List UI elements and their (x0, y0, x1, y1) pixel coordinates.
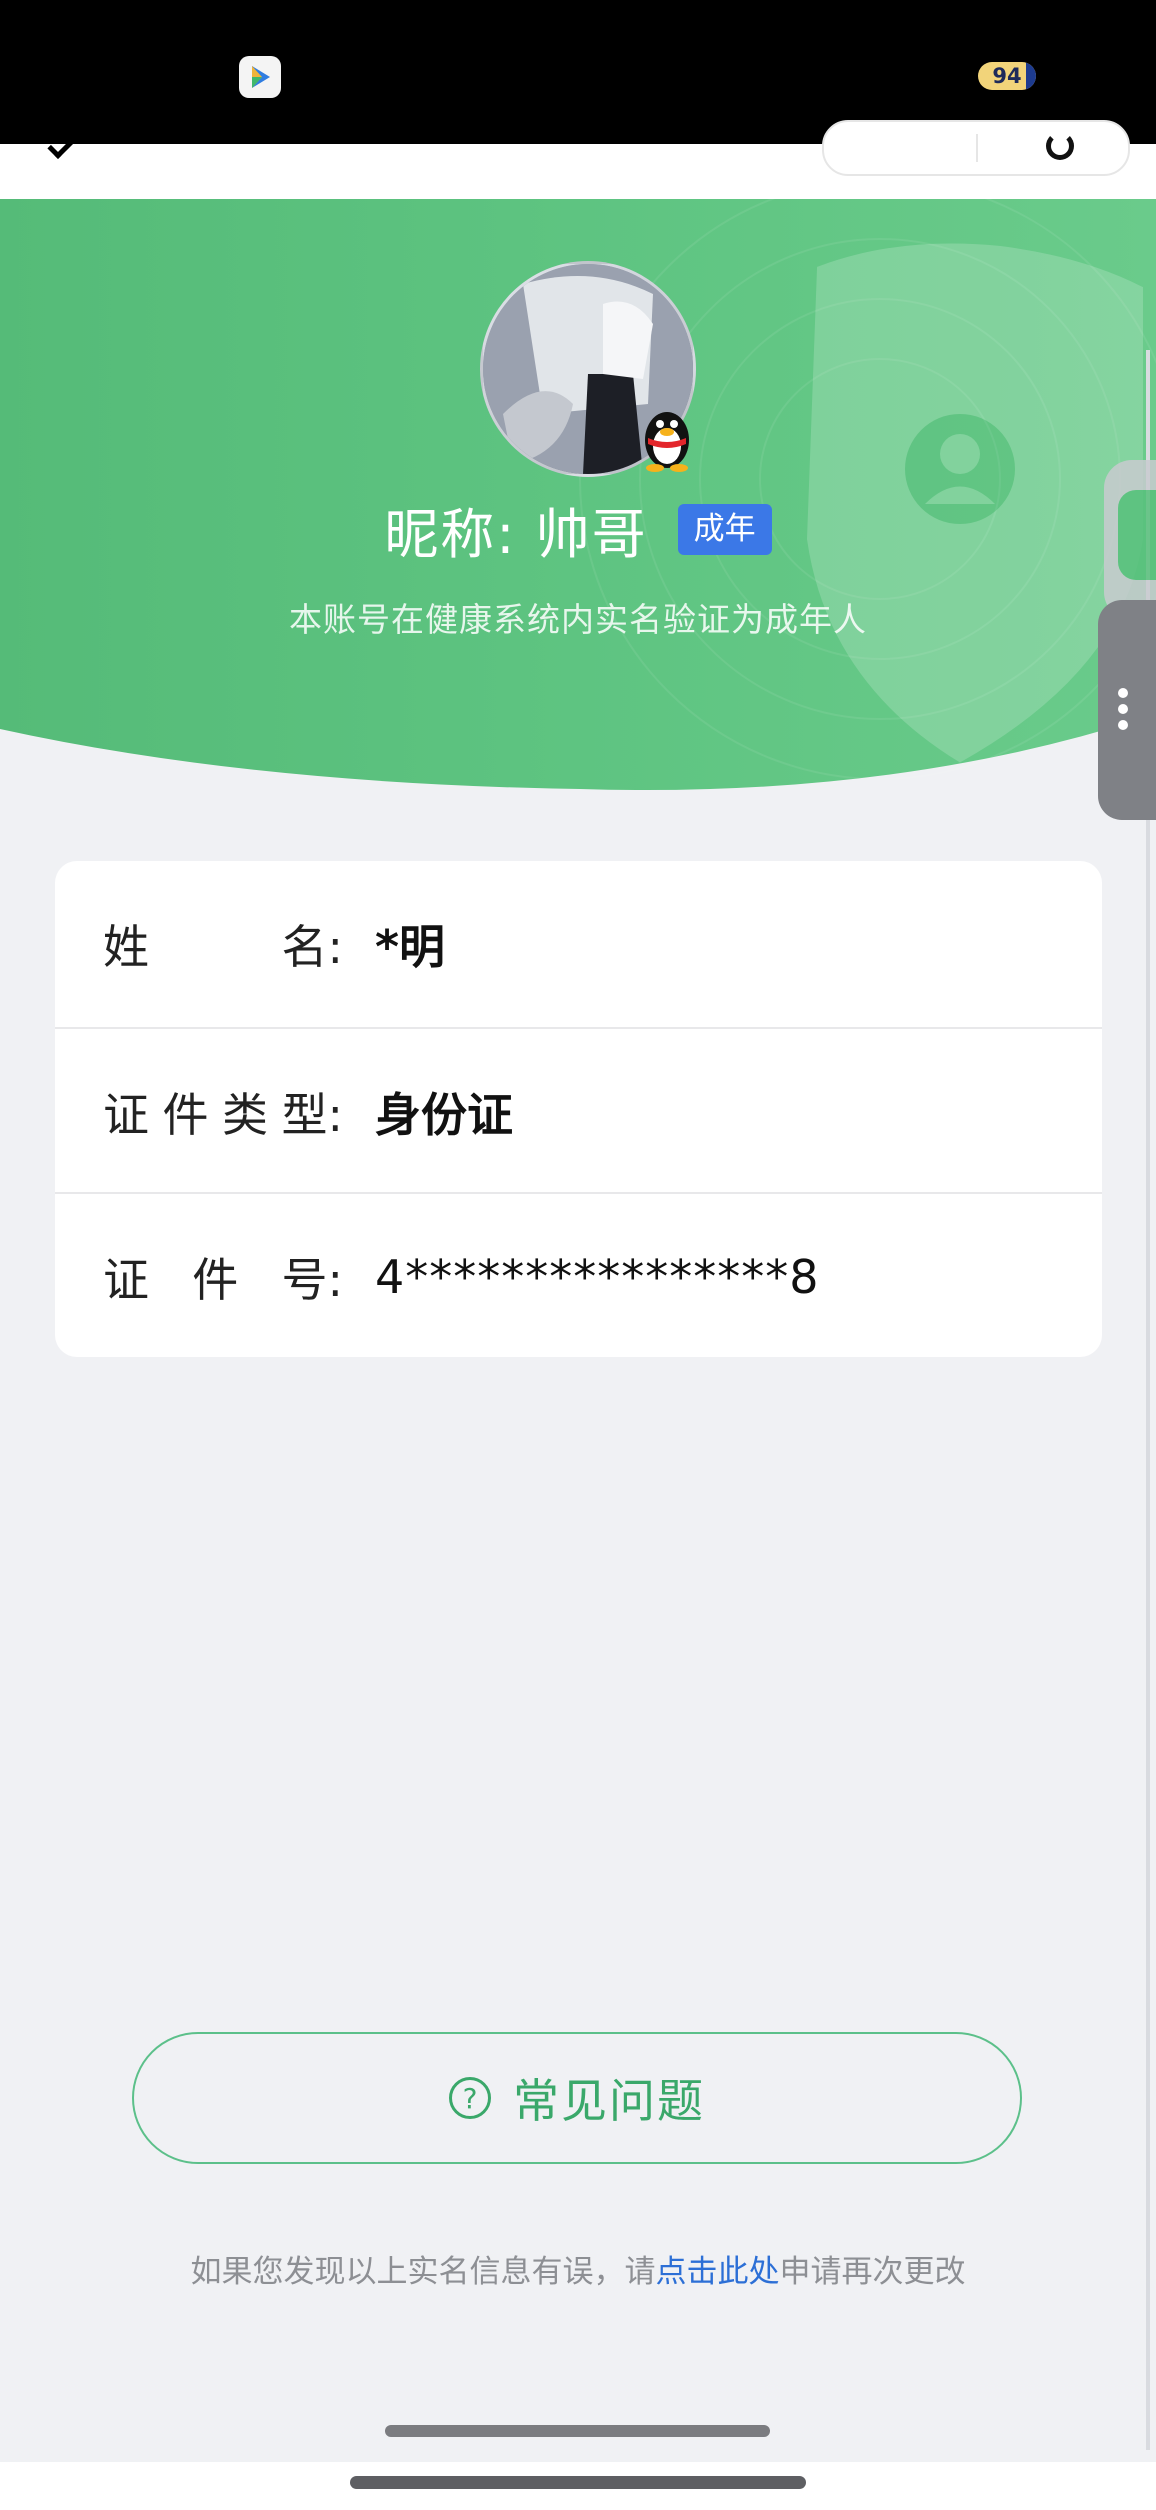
id-type-value: 身份证 (375, 1087, 513, 1142)
page: 94 昵称: 帅哥 成年 本账号在健康系统内实名验证为成年人 姓 名: *明 证… (0, 0, 1156, 2510)
video-app-icon (239, 56, 281, 98)
nickname-row: 昵称: 帅哥 成年 (0, 490, 1156, 569)
more-vertical-icon (1118, 688, 1128, 736)
inner-home-indicator[interactable] (385, 2425, 770, 2437)
floating-chat-button[interactable] (1104, 460, 1156, 620)
close-icon[interactable] (1046, 132, 1074, 160)
nickname: 昵称: 帅哥 (384, 503, 648, 566)
id-number-label: 证 件 号: (103, 1252, 343, 1307)
name-label: 姓 名: (103, 919, 343, 974)
id-type-label: 证 件 类 型: (103, 1087, 343, 1142)
mini-program-capsule[interactable] (822, 120, 1130, 176)
hint-prefix: 如果您发现以上实名信息有误，请 (190, 2254, 656, 2290)
correction-link[interactable]: 点击此处 (656, 2254, 780, 2290)
identity-info-card: 姓 名: *明 证 件 类 型: 身份证 证 件 号: 4***********… (55, 861, 1102, 1357)
adult-badge: 成年 (677, 504, 772, 555)
battery-icon: 94 (978, 62, 1036, 90)
qq-penguin-icon (638, 400, 696, 472)
chat-icon (1118, 490, 1156, 580)
name-value: *明 (375, 919, 446, 974)
question-circle-icon: ? (449, 2077, 491, 2119)
faq-label: 常见问题 (513, 2074, 705, 2128)
id-type-row: 证 件 类 型: 身份证 (55, 1027, 1102, 1194)
battery-level: 94 (992, 64, 1022, 88)
floating-menu-button[interactable] (1098, 600, 1156, 820)
verification-subtitle: 本账号在健康系统内实名验证为成年人 (289, 600, 867, 639)
id-number-value: 4****************8 (375, 1249, 820, 1304)
hint-suffix: 申请再次更改 (779, 2254, 966, 2290)
name-row: 姓 名: *明 (55, 861, 1102, 1026)
faq-button[interactable]: ? 常见问题 (132, 2032, 1022, 2164)
home-indicator[interactable] (350, 2476, 806, 2489)
capsule-divider (976, 134, 978, 162)
correction-hint: 如果您发现以上实名信息有误，请点击此处申请再次更改 (0, 2246, 1156, 2291)
id-number-row: 证 件 号: 4****************8 (55, 1192, 1102, 1357)
